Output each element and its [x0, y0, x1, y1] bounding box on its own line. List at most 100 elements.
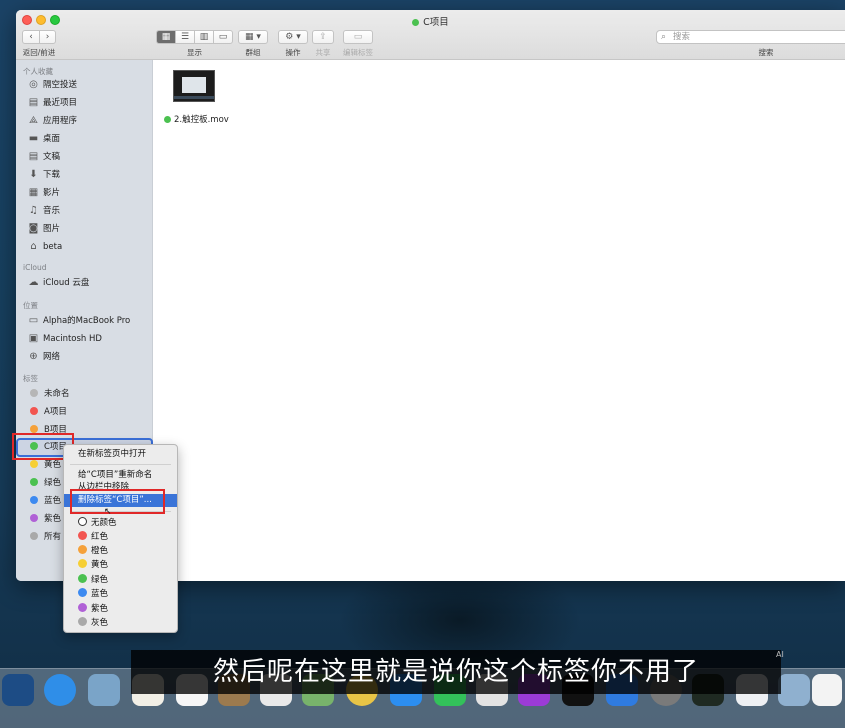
- search-input[interactable]: ⌕ 搜索: [656, 30, 845, 44]
- tag-icon: ▭: [353, 32, 363, 42]
- purple-circle-icon: [78, 603, 87, 612]
- search-icon: ⌕: [661, 32, 667, 42]
- sidebar-item-desktop[interactable]: ▬ 桌面: [27, 131, 151, 147]
- window-title-text: C项目: [423, 17, 449, 28]
- applications-icon: ⟁: [29, 115, 38, 126]
- sidebar-item-home[interactable]: ⌂ beta: [27, 239, 151, 255]
- sidebar-item-label: 应用程序: [43, 116, 78, 126]
- sidebar-item-applications[interactable]: ⟁ 应用程序: [27, 113, 151, 129]
- menu-color-label: 无颜色: [91, 518, 117, 528]
- sidebar-item-label: 蓝色: [44, 496, 62, 506]
- sidebar-item-label: 影片: [43, 188, 61, 198]
- back-forward-buttons[interactable]: ‹ ›: [22, 30, 56, 44]
- sidebar-item-downloads[interactable]: ⬇ 下载: [27, 167, 151, 183]
- tag-dot-icon: [30, 407, 38, 415]
- preview-icon[interactable]: [88, 674, 120, 706]
- blue-circle-icon: [78, 588, 87, 597]
- share-button[interactable]: ⇪: [312, 30, 334, 44]
- sidebar-tag-untitled[interactable]: 未命名: [27, 386, 151, 402]
- column-view-icon[interactable]: ▥: [194, 31, 213, 43]
- desktop-icon: ▬: [28, 133, 39, 144]
- tags-header: 标签: [23, 374, 38, 383]
- sidebar-tag-a[interactable]: A项目: [27, 404, 151, 420]
- group-grid-icon: ▦ ▾: [245, 32, 261, 42]
- menu-color-label: 绿色: [91, 575, 109, 585]
- documents-icon: ▤: [28, 151, 39, 162]
- movies-icon: ▦: [28, 187, 39, 198]
- recents-icon: ▤: [28, 97, 39, 108]
- ai-badge: AI: [776, 650, 784, 659]
- sidebar-item-recents[interactable]: ▤ 最近项目: [27, 95, 151, 111]
- sidebar-item-pictures[interactable]: ◙ 图片: [27, 221, 151, 237]
- gallery-view-icon[interactable]: ▭: [213, 31, 232, 43]
- green-circle-icon: [78, 574, 87, 583]
- sidebar-item-label: Alpha的MacBook Pro: [43, 316, 131, 326]
- tag-dot-icon: [30, 425, 38, 433]
- video-file-icon[interactable]: [173, 70, 215, 102]
- menu-color-green[interactable]: 绿色: [78, 573, 108, 587]
- context-menu: 在新标签页中打开 给“C项目”重新命名 从边栏中移除 删除标签“C项目”... …: [63, 444, 178, 633]
- sidebar-item-label: 桌面: [43, 134, 61, 144]
- icon-view-icon[interactable]: ▦: [157, 31, 175, 43]
- sidebar-item-music[interactable]: ♫ 音乐: [27, 203, 151, 219]
- action-button[interactable]: ⚙ ▾: [278, 30, 308, 44]
- back-forward-label: 返回/前进: [22, 48, 56, 57]
- tag-dot-icon: [30, 460, 38, 468]
- search-placeholder: 搜索: [673, 32, 691, 42]
- cloud-icon: ☁: [28, 277, 39, 288]
- sidebar-item-movies[interactable]: ▦ 影片: [27, 185, 151, 201]
- video-subtitle: 然后呢在这里就是说你这个标签你不用了: [131, 650, 781, 694]
- menu-color-orange[interactable]: 橙色: [78, 544, 108, 558]
- menu-color-purple[interactable]: 紫色: [78, 602, 108, 616]
- menu-item-open-in-new-tab[interactable]: 在新标签页中打开: [64, 448, 177, 461]
- group-button[interactable]: ▦ ▾: [238, 30, 268, 44]
- quicktime-icon[interactable]: [2, 674, 34, 706]
- tag-dot-icon: [30, 496, 38, 504]
- tag-dot-icon: [30, 532, 38, 540]
- view-mode-buttons[interactable]: ▦ ☰ ▥ ▭: [156, 30, 233, 44]
- sidebar-item-icloud-drive[interactable]: ☁ iCloud 云盘: [27, 275, 151, 291]
- downloads-icon: ⬇: [29, 169, 38, 180]
- textedit-icon[interactable]: [812, 674, 842, 706]
- menu-color-blue[interactable]: 蓝色: [78, 587, 108, 601]
- forward-chevron-icon[interactable]: ›: [39, 31, 55, 43]
- home-icon: ⌂: [30, 241, 37, 252]
- menu-color-yellow[interactable]: 黄色: [78, 558, 108, 572]
- sidebar-item-label: 黄色: [44, 460, 62, 470]
- sidebar-item-label: 所有: [44, 532, 62, 542]
- menu-color-gray[interactable]: 灰色: [78, 616, 108, 630]
- menu-color-none[interactable]: 无颜色: [78, 516, 117, 530]
- red-circle-icon: [78, 531, 87, 540]
- file-name[interactable]: 2.触控板.mov: [164, 113, 229, 125]
- network-icon: ⊕: [29, 351, 38, 362]
- back-chevron-icon[interactable]: ‹: [23, 31, 39, 43]
- menu-color-red[interactable]: 红色: [78, 530, 108, 544]
- menu-separator: [70, 464, 171, 465]
- tag-dot-icon: [30, 478, 38, 486]
- sidebar-item-label: iCloud 云盘: [43, 278, 90, 288]
- sidebar-item-label: 隔空投送: [43, 80, 78, 90]
- edit-tags-button[interactable]: ▭: [343, 30, 373, 44]
- highlight-box-delete-tag: [70, 489, 165, 514]
- share-icon: ⇪: [319, 32, 327, 42]
- sidebar-item-macintosh-hd[interactable]: ▣ Macintosh HD: [27, 331, 151, 347]
- mouse-pointer-icon: ↖: [104, 507, 112, 517]
- sidebar-item-label: 图片: [43, 224, 61, 234]
- sidebar-item-documents[interactable]: ▤ 文稿: [27, 149, 151, 165]
- laptop-icon: ▭: [28, 315, 39, 326]
- sidebar-item-network[interactable]: ⊕ 网络: [27, 349, 151, 365]
- music-icon: ♫: [29, 205, 38, 216]
- sidebar-item-label: A项目: [44, 407, 67, 417]
- edit-tags-label: 编辑标签: [343, 48, 373, 57]
- sidebar-item-macbook[interactable]: ▭ Alpha的MacBook Pro: [27, 313, 151, 329]
- locations-header: 位置: [23, 301, 38, 310]
- list-view-icon[interactable]: ☰: [175, 31, 194, 43]
- sidebar-item-label: beta: [43, 242, 63, 252]
- image-capture-icon[interactable]: [778, 674, 810, 706]
- tag-dot-icon: [412, 19, 420, 26]
- menu-color-label: 黄色: [91, 560, 109, 570]
- sidebar-item-airdrop[interactable]: ◎ 隔空投送: [27, 77, 151, 93]
- action-label: 操作: [285, 48, 301, 57]
- safari-icon[interactable]: [44, 674, 76, 706]
- menu-color-label: 红色: [91, 532, 109, 542]
